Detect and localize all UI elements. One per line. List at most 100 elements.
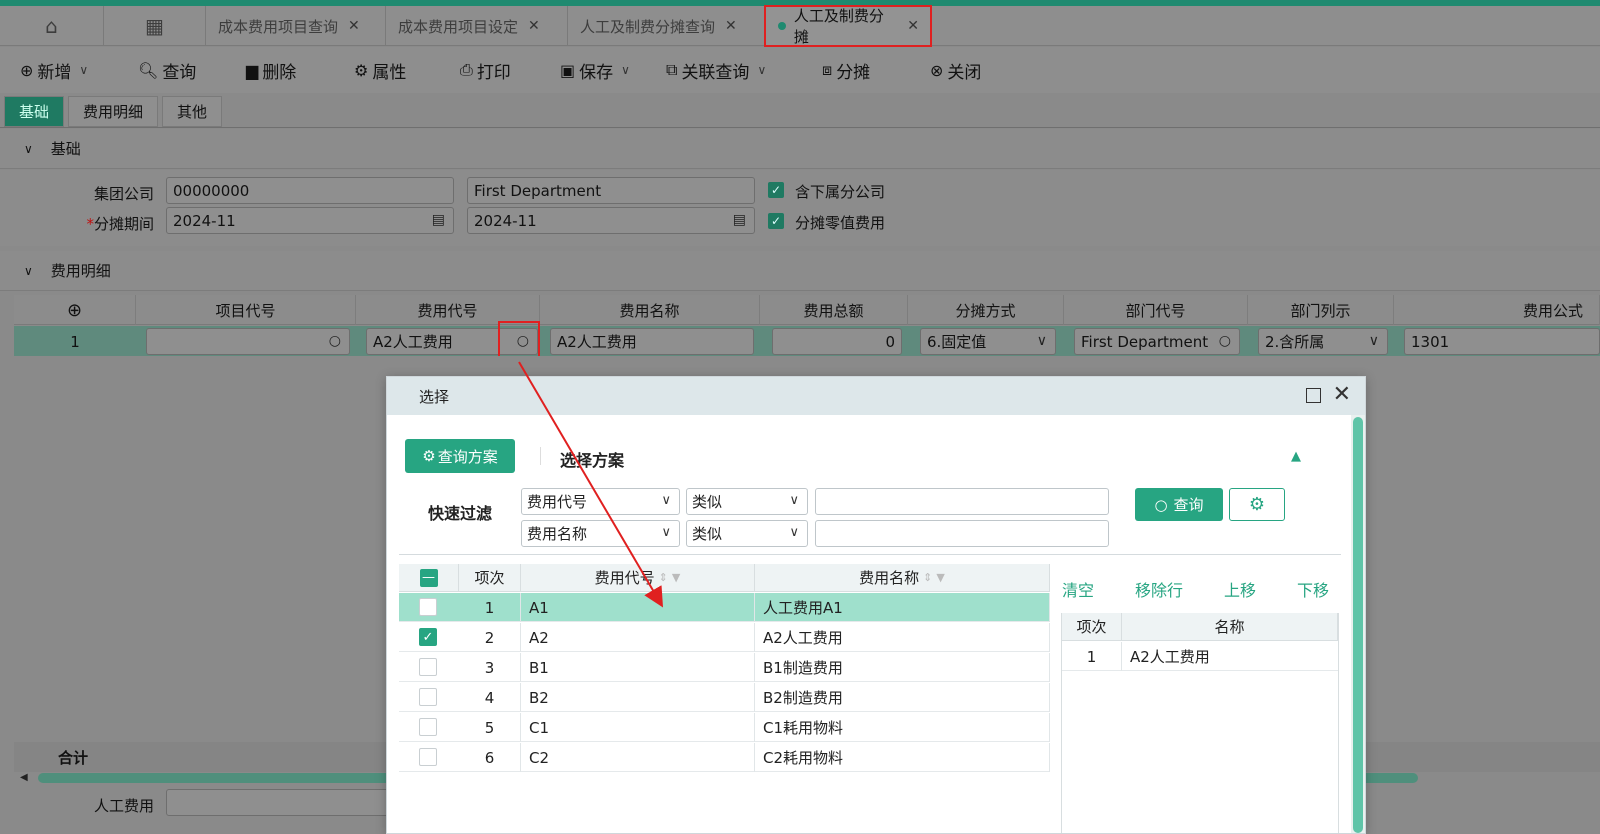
filter-op-select-2[interactable]: 类似 ∨ (686, 520, 808, 547)
close-icon[interactable]: ✕ (528, 18, 540, 34)
dialog-query-button[interactable]: ○ 查询 (1135, 488, 1223, 521)
query-button[interactable]: 🔍︎ 查询 (138, 47, 196, 93)
new-button[interactable]: ⊕ 新增 ∨ (20, 47, 88, 93)
calendar-icon[interactable]: ▤ (733, 212, 746, 228)
vertical-scrollbar[interactable] (1351, 415, 1365, 833)
list-item[interactable]: 1 A1 人工费用A1 (399, 593, 1050, 622)
section-basic-header[interactable]: ∨ 基础 (0, 129, 1600, 169)
remove-row-link[interactable]: 移除行 (1135, 577, 1183, 601)
total-input[interactable]: 0 (772, 328, 902, 355)
col-formula[interactable]: 费用公式 (1394, 295, 1600, 325)
filter-icon[interactable]: ▼ (672, 571, 680, 584)
close-button[interactable]: ⊗ 关闭 (930, 47, 981, 93)
list-item[interactable]: 5 C1 C1耗用物料 (399, 713, 1050, 742)
group-company-name-input[interactable]: First Department (467, 177, 755, 204)
col-method[interactable]: 分摊方式 (908, 295, 1064, 325)
properties-button[interactable]: ⚙ 属性 (354, 47, 406, 93)
list-item[interactable]: 6 C2 C2耗用物料 (399, 743, 1050, 772)
labor-cost-label: 人工费用 (93, 797, 154, 815)
move-down-link[interactable]: 下移 (1297, 577, 1329, 601)
labor-cost-input[interactable] (166, 789, 396, 816)
item-code-input[interactable]: ○ (146, 328, 350, 355)
row-checkbox[interactable] (419, 748, 437, 766)
select-plan-label[interactable]: 选择方案 (560, 447, 624, 471)
move-up-link[interactable]: 上移 (1224, 577, 1256, 601)
home-tab[interactable]: ⌂ (0, 6, 104, 46)
query-plan-label: 查询方案 (437, 447, 498, 466)
subtab-detail[interactable]: 费用明细 (68, 96, 159, 127)
search-icon[interactable]: ○ (329, 333, 341, 349)
related-query-button[interactable]: ⧉ 关联查询 ∨ (666, 47, 766, 93)
table-row[interactable]: 1 A2人工费用 (1062, 642, 1338, 671)
search-icon[interactable]: ○ (1219, 333, 1231, 349)
clear-link[interactable]: 清空 (1062, 577, 1094, 601)
row-checkbox[interactable] (419, 658, 437, 676)
col-item-code[interactable]: 项目代号 (136, 295, 356, 325)
filter-settings-icon: ⚙ (422, 447, 436, 465)
sort-icon[interactable]: ⇕ (923, 571, 932, 584)
print-button[interactable]: ⎙ 打印 (460, 47, 511, 93)
chevron-down-icon[interactable]: ∨ (757, 63, 766, 77)
list-item[interactable]: 4 B2 B2制造费用 (399, 683, 1050, 712)
tab-cost-item-query[interactable]: 成本费用项目查询 ✕ (206, 6, 386, 46)
filter-field-select-2[interactable]: 费用名称 ∨ (521, 520, 680, 547)
close-icon[interactable]: ✕ (725, 18, 737, 34)
row-checkbox[interactable] (419, 718, 437, 736)
maximize-icon[interactable] (1306, 388, 1321, 403)
subtab-basic[interactable]: 基础 (4, 96, 65, 127)
sort-icon[interactable]: ⇕ (659, 571, 668, 584)
period-to-input[interactable]: 2024-11 ▤ (467, 207, 755, 234)
allocate-petty-checkbox[interactable]: ✓ (768, 213, 784, 229)
filter-op-select-1[interactable]: 类似 ∨ (686, 488, 808, 515)
row-checkbox[interactable]: ✓ (419, 628, 437, 646)
tab-allocation-query[interactable]: 人工及制费分摊查询 ✕ (568, 6, 766, 46)
filter-value-input-1[interactable] (815, 488, 1109, 515)
select-all-checkbox[interactable]: — (419, 568, 438, 587)
select-all-header[interactable]: — (399, 564, 459, 592)
section-detail-header[interactable]: ∨ 费用明细 (0, 251, 1600, 291)
add-row-button[interactable]: ⊕ (14, 295, 136, 325)
formula-input[interactable]: 1301 (1404, 328, 1600, 355)
method-select[interactable]: 6.固定值 ∨ (920, 328, 1056, 355)
collapse-icon[interactable]: ▲ (1291, 449, 1301, 464)
col-total[interactable]: 费用总额 (760, 295, 908, 325)
delete-button[interactable]: ▆ 删除 (246, 47, 296, 93)
scrollbar-thumb[interactable] (1353, 417, 1363, 833)
col-dept-display[interactable]: 部门列示 (1248, 295, 1394, 325)
filter-icon[interactable]: ▼ (936, 571, 944, 584)
col-code[interactable]: 费用代号 ⇕ ▼ (521, 564, 755, 592)
include-subsidiaries-checkbox[interactable]: ✓ (768, 182, 784, 198)
gear-icon: ⚙ (354, 60, 369, 80)
filter-value-input-2[interactable] (815, 520, 1109, 547)
subtab-other[interactable]: 其他 (162, 96, 223, 127)
close-icon[interactable]: ✕ (348, 18, 360, 34)
save-button[interactable]: ▣ 保存 ∨ (560, 47, 630, 93)
list-item[interactable]: ✓ 2 A2 A2人工费用 (399, 623, 1050, 652)
table-row[interactable]: 1 ○ A2人工费用 ○ A2人工费用 0 6.固定值 ∨ First Depart… (14, 326, 1600, 356)
allocate-button[interactable]: ⧈ 分摊 (822, 47, 870, 93)
query-plan-button[interactable]: ⚙ 查询方案 (405, 439, 515, 473)
filter-settings-button[interactable]: ⚙ (1229, 488, 1285, 521)
row-name: A2人工费用 (755, 623, 1050, 652)
row-checkbox[interactable] (419, 598, 437, 616)
scroll-left-icon[interactable]: ◀ (20, 772, 28, 783)
group-company-code-input[interactable]: 00000000 (166, 177, 454, 204)
section-title: 基础 (50, 140, 81, 158)
filter-field-select-1[interactable]: 费用代号 ∨ (521, 488, 680, 515)
col-name[interactable]: 费用名称 ⇕ ▼ (755, 564, 1050, 592)
tab-cost-item-setup[interactable]: 成本费用项目设定 ✕ (386, 6, 568, 46)
dept-code-input[interactable]: First Department ○ (1074, 328, 1240, 355)
dept-display-select[interactable]: 2.含所属 ∨ (1258, 328, 1388, 355)
col-dept-code[interactable]: 部门代号 (1064, 295, 1248, 325)
calendar-icon[interactable]: ▤ (432, 212, 445, 228)
list-item[interactable]: 3 B1 B1制造费用 (399, 653, 1050, 682)
period-from-input[interactable]: 2024-11 ▤ (166, 207, 454, 234)
apps-tab[interactable]: ▦ (104, 6, 206, 46)
include-subsidiaries-label: 含下属分公司 (795, 183, 886, 201)
expense-name-input[interactable]: A2人工费用 (550, 328, 754, 355)
chevron-down-icon[interactable]: ∨ (79, 63, 88, 77)
close-icon[interactable]: ✕ (1333, 383, 1351, 407)
col-expense-name[interactable]: 费用名称 (540, 295, 760, 325)
row-checkbox[interactable] (419, 688, 437, 706)
chevron-down-icon[interactable]: ∨ (621, 63, 630, 77)
